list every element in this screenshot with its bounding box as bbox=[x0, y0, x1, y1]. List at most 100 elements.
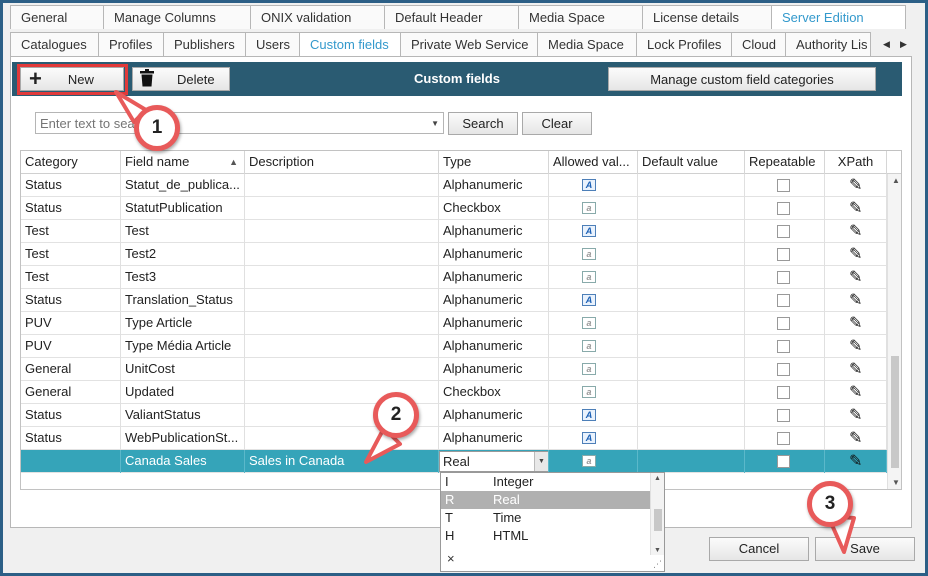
tab-publishers[interactable]: Publishers bbox=[163, 32, 246, 56]
tab-general[interactable]: General bbox=[10, 5, 104, 29]
default-value-cell[interactable] bbox=[638, 358, 745, 381]
category-cell[interactable]: Status bbox=[21, 289, 121, 312]
type-option[interactable]: R Real bbox=[441, 491, 651, 509]
pencil-icon[interactable]: ✎ bbox=[849, 382, 862, 404]
pencil-icon[interactable]: ✎ bbox=[849, 313, 862, 335]
allowed-values-cell[interactable]: a bbox=[549, 312, 638, 335]
repeatable-checkbox[interactable] bbox=[777, 179, 790, 192]
pencil-icon[interactable]: ✎ bbox=[849, 359, 862, 381]
type-cell[interactable]: Alphanumeric bbox=[439, 404, 549, 427]
allowed-values-icon[interactable]: A bbox=[582, 409, 596, 421]
type-option[interactable]: T Time bbox=[441, 509, 651, 527]
scroll-thumb[interactable] bbox=[891, 356, 899, 468]
repeatable-checkbox[interactable] bbox=[777, 294, 790, 307]
category-cell[interactable]: General bbox=[21, 358, 121, 381]
allowed-values-icon[interactable]: a bbox=[582, 455, 596, 467]
table-row[interactable]: Test Test2 Alphanumeric a ✎ bbox=[21, 243, 887, 266]
tab-private-web-service[interactable]: Private Web Service bbox=[400, 32, 538, 56]
type-option[interactable]: I Integer bbox=[441, 473, 651, 491]
tab-profiles[interactable]: Profiles bbox=[98, 32, 164, 56]
repeatable-checkbox[interactable] bbox=[777, 386, 790, 399]
category-cell[interactable]: PUV bbox=[21, 335, 121, 358]
type-select[interactable]: Real ▼ bbox=[439, 451, 548, 472]
tab-cloud[interactable]: Cloud bbox=[731, 32, 786, 56]
allowed-values-icon[interactable]: a bbox=[582, 271, 596, 283]
allowed-values-icon[interactable]: a bbox=[582, 248, 596, 260]
pencil-icon[interactable]: ✎ bbox=[849, 244, 862, 266]
tab-catalogues[interactable]: Catalogues bbox=[10, 32, 99, 56]
field-name-cell[interactable]: WebPublicationSt... bbox=[121, 427, 245, 450]
field-name-cell[interactable]: Test bbox=[121, 220, 245, 243]
repeatable-checkbox[interactable] bbox=[777, 271, 790, 284]
allowed-values-icon[interactable]: A bbox=[582, 225, 596, 237]
table-row[interactable]: Test Test3 Alphanumeric a ✎ bbox=[21, 266, 887, 289]
category-cell[interactable]: PUV bbox=[21, 312, 121, 335]
repeatable-checkbox[interactable] bbox=[777, 432, 790, 445]
chevron-down-icon[interactable]: ▼ bbox=[534, 452, 548, 471]
repeatable-checkbox[interactable] bbox=[777, 340, 790, 353]
category-cell[interactable]: Status bbox=[21, 427, 121, 450]
chevron-down-icon[interactable]: ▼ bbox=[431, 119, 439, 128]
allowed-values-cell[interactable]: A bbox=[549, 404, 638, 427]
pencil-icon[interactable]: ✎ bbox=[849, 405, 862, 427]
type-cell[interactable]: Alphanumeric bbox=[439, 289, 549, 312]
category-cell[interactable]: Status bbox=[21, 404, 121, 427]
pencil-icon[interactable]: ✎ bbox=[849, 428, 862, 450]
allowed-values-cell[interactable]: a bbox=[549, 335, 638, 358]
description-cell[interactable] bbox=[245, 243, 439, 266]
chevron-right-icon[interactable]: ▶ bbox=[900, 39, 907, 50]
scroll-down-icon[interactable]: ▼ bbox=[892, 478, 900, 487]
tab-media-space[interactable]: Media Space bbox=[537, 32, 637, 56]
repeatable-checkbox[interactable] bbox=[777, 248, 790, 261]
scroll-up-icon[interactable]: ▲ bbox=[654, 475, 661, 482]
allowed-values-cell[interactable]: a bbox=[549, 266, 638, 289]
allowed-values-cell[interactable]: A bbox=[549, 427, 638, 450]
scroll-down-icon[interactable]: ▼ bbox=[654, 547, 661, 554]
default-value-cell[interactable] bbox=[638, 243, 745, 266]
repeatable-checkbox[interactable] bbox=[777, 409, 790, 422]
field-name-cell[interactable]: Statut_de_publica... bbox=[121, 174, 245, 197]
pencil-icon[interactable]: ✎ bbox=[849, 198, 862, 220]
scroll-up-icon[interactable]: ▲ bbox=[892, 176, 900, 185]
default-value-cell[interactable] bbox=[638, 335, 745, 358]
type-cell[interactable]: Alphanumeric bbox=[439, 266, 549, 289]
search-input[interactable] bbox=[36, 113, 426, 133]
close-icon[interactable]: × bbox=[447, 551, 455, 566]
field-name-cell[interactable]: ValiantStatus bbox=[121, 404, 245, 427]
allowed-values-icon[interactable]: A bbox=[582, 432, 596, 444]
field-name-cell[interactable]: Type Article bbox=[121, 312, 245, 335]
field-name-cell[interactable]: StatutPublication bbox=[121, 197, 245, 220]
resize-grip-icon[interactable]: ⋰ bbox=[653, 559, 662, 570]
category-cell[interactable]: General bbox=[21, 381, 121, 404]
field-name-cell[interactable]: UnitCost bbox=[121, 358, 245, 381]
default-value-cell[interactable] bbox=[638, 174, 745, 197]
dropdown-scroll-thumb[interactable] bbox=[654, 509, 662, 531]
table-row[interactable]: Status Statut_de_publica... Alphanumeric A ✎ bbox=[21, 174, 887, 197]
default-value-cell[interactable] bbox=[638, 427, 745, 450]
category-cell[interactable]: Status bbox=[21, 174, 121, 197]
table-row[interactable]: Status ValiantStatus Alphanumeric A ✎ bbox=[21, 404, 887, 427]
allowed-values-icon[interactable]: A bbox=[582, 294, 596, 306]
description-cell[interactable] bbox=[245, 174, 439, 197]
table-row[interactable]: General UnitCost Alphanumeric a ✎ bbox=[21, 358, 887, 381]
category-cell[interactable]: Status bbox=[21, 197, 121, 220]
tab-lock-profiles[interactable]: Lock Profiles bbox=[636, 32, 732, 56]
allowed-values-icon[interactable]: a bbox=[582, 386, 596, 398]
table-row[interactable]: PUV Type Média Article Alphanumeric a ✎ bbox=[21, 335, 887, 358]
column-header-xpath[interactable]: XPath bbox=[825, 151, 887, 174]
tab-onix-validation[interactable]: ONIX validation bbox=[250, 5, 385, 29]
column-header-repeatable[interactable]: Repeatable bbox=[745, 151, 825, 174]
tab-authority-list[interactable]: Authority Lis bbox=[785, 32, 871, 56]
description-cell[interactable] bbox=[245, 289, 439, 312]
allowed-values-icon[interactable]: a bbox=[582, 363, 596, 375]
repeatable-checkbox[interactable] bbox=[777, 455, 790, 468]
type-cell[interactable]: Alphanumeric bbox=[439, 174, 549, 197]
type-option[interactable]: H HTML bbox=[441, 527, 651, 545]
allowed-values-cell[interactable]: a bbox=[549, 243, 638, 266]
cancel-button[interactable]: Cancel bbox=[709, 537, 809, 561]
column-header-description[interactable]: Description bbox=[245, 151, 439, 174]
table-row[interactable]: Status StatutPublication Checkbox a ✎ bbox=[21, 197, 887, 220]
category-cell[interactable]: Test bbox=[21, 220, 121, 243]
pencil-icon[interactable]: ✎ bbox=[849, 221, 862, 243]
default-value-cell[interactable] bbox=[638, 266, 745, 289]
